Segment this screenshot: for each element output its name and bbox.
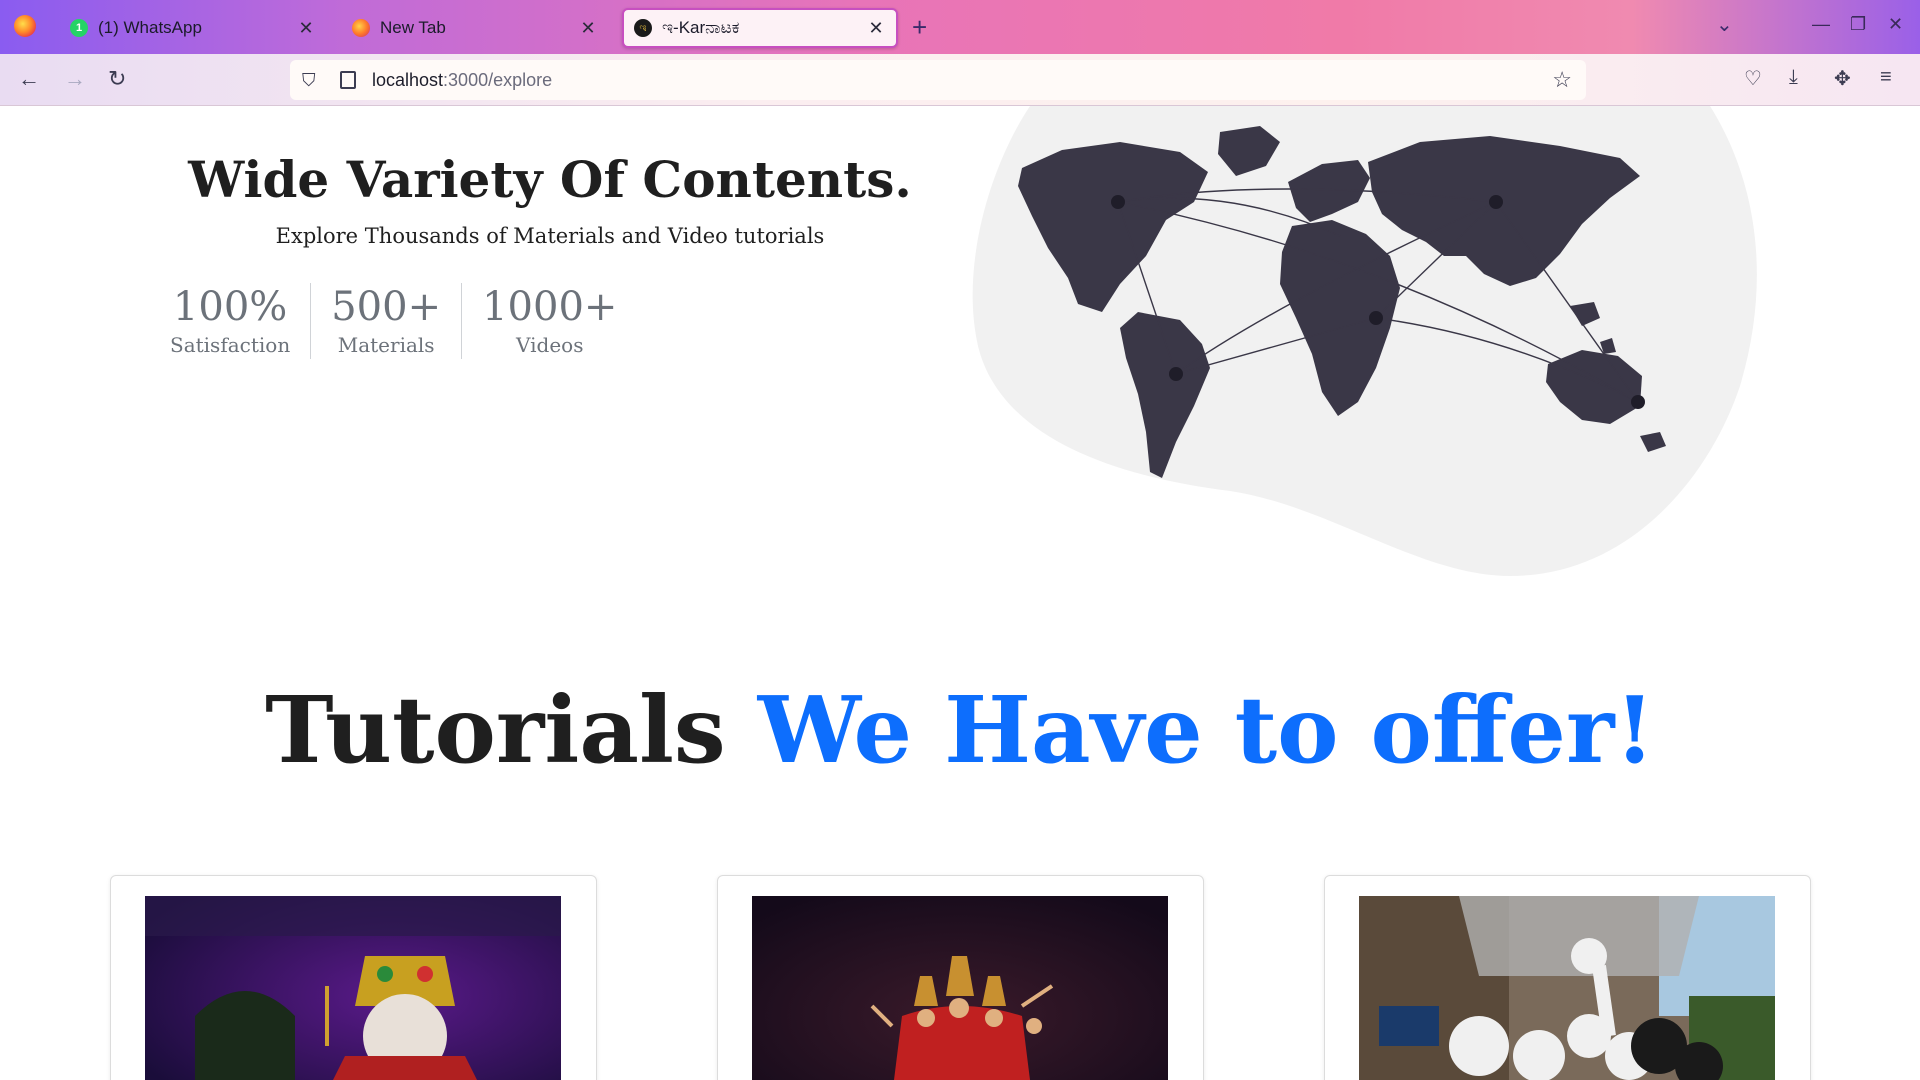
yakshagana-performers-image <box>145 896 561 1080</box>
tab-title: ಇ-Karನಾಟಕ <box>662 18 740 37</box>
stat-value: 1000+ <box>482 284 618 330</box>
close-tab-icon[interactable]: ✕ <box>866 18 886 39</box>
tab-bar: 1 (1) WhatsApp ✕ New Tab ✕ ಇ ಇ-Karನಾಟಕ ✕… <box>0 0 1920 54</box>
stat-materials: 500+ Materials <box>310 283 461 359</box>
minimize-icon[interactable]: — <box>1812 14 1830 35</box>
tab-title: New Tab <box>380 18 446 37</box>
stat-label: Materials <box>337 333 435 357</box>
extensions-icon[interactable]: ✥ <box>1834 66 1851 91</box>
tab-whatsapp[interactable]: 1 (1) WhatsApp ✕ <box>60 8 326 48</box>
tab-new-tab[interactable]: New Tab ✕ <box>342 8 608 48</box>
new-tab-plus-icon[interactable]: + <box>912 12 927 43</box>
tutorials-heading: Tutorials We Have to offer! <box>0 676 1920 784</box>
bookmark-star-icon[interactable]: ☆ <box>1552 67 1572 93</box>
tutorials-heading-accent: We Have to offer! <box>757 676 1655 784</box>
stats-row: 100% Satisfaction 500+ Materials 1000+ V… <box>150 283 637 359</box>
folk-costume-procession-image <box>1359 896 1775 1080</box>
url-path: :3000/explore <box>443 69 553 90</box>
hero-title: Wide Variety Of Contents. <box>188 150 912 209</box>
stat-label: Videos <box>516 333 584 357</box>
stat-videos: 1000+ Videos <box>461 283 637 359</box>
close-window-icon[interactable]: ✕ <box>1888 14 1903 35</box>
tutorial-card[interactable] <box>110 875 597 1080</box>
tutorials-heading-text: Tutorials <box>265 676 758 784</box>
stat-value: 100% <box>172 284 288 330</box>
whatsapp-icon: 1 <box>70 19 88 37</box>
reload-icon[interactable]: ↻ <box>108 66 126 92</box>
stat-label: Satisfaction <box>170 333 291 357</box>
world-map-illustration <box>970 106 1770 586</box>
restore-icon[interactable]: ❐ <box>1850 14 1866 35</box>
url-host: localhost <box>372 69 444 90</box>
forward-arrow-icon[interactable]: → <box>64 66 86 92</box>
downloads-icon[interactable]: ⤓ <box>1789 66 1798 89</box>
shield-icon[interactable]: ⛉ <box>302 70 322 91</box>
menu-hamburger-icon[interactable]: ≡ <box>1880 66 1892 89</box>
firefox-icon <box>352 19 370 37</box>
close-tab-icon[interactable]: ✕ <box>578 18 598 39</box>
tutorial-card[interactable] <box>717 875 1204 1080</box>
tutorial-card[interactable] <box>1324 875 1811 1080</box>
stat-value: 500+ <box>331 284 442 330</box>
stat-satisfaction: 100% Satisfaction <box>150 283 310 359</box>
e-karnataka-icon: ಇ <box>634 19 652 37</box>
back-arrow-icon[interactable]: ← <box>18 66 40 92</box>
tab-e-karnataka[interactable]: ಇ ಇ-Karನಾಟಕ ✕ <box>622 8 898 48</box>
world-map-svg <box>972 106 1757 576</box>
pocket-icon[interactable]: ♡ <box>1744 66 1762 91</box>
page-icon[interactable] <box>340 71 356 89</box>
hero-subtitle: Explore Thousands of Materials and Video… <box>275 224 825 248</box>
tab-title: (1) WhatsApp <box>98 18 202 37</box>
list-all-tabs-chevron-icon[interactable]: ⌄ <box>1716 12 1733 37</box>
firefox-menu-icon[interactable] <box>14 15 36 37</box>
close-tab-icon[interactable]: ✕ <box>296 18 316 39</box>
bharatanatyam-dancers-image <box>752 896 1168 1080</box>
address-bar[interactable]: ⛉ localhost:3000/explore ☆ <box>290 60 1586 100</box>
